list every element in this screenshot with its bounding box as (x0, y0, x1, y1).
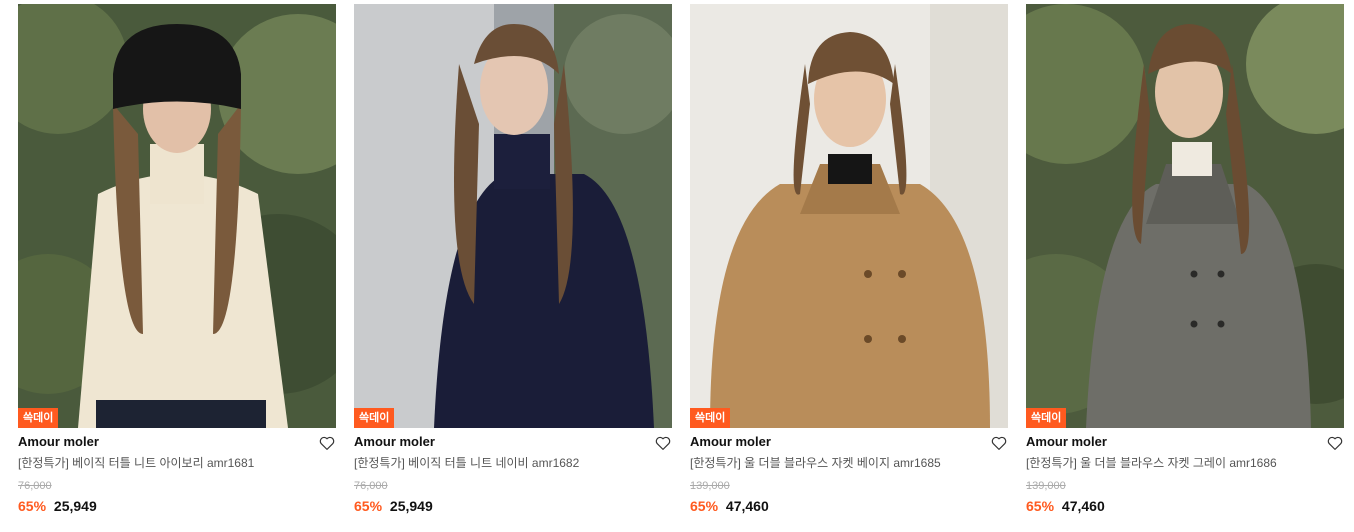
product-title[interactable]: [한정특가] 베이직 터틀 니트 아이보리 amr1681 (18, 452, 336, 474)
brand-name[interactable]: Amour moler (18, 432, 336, 452)
discount-rate: 65% (690, 498, 719, 514)
heart-outline-icon[interactable] (990, 434, 1008, 452)
original-price: 76,000 (354, 480, 388, 492)
product-grid: 쓱데이 Amour moler [한정특가] 베이직 터틀 니트 아이보리 am… (0, 0, 1354, 532)
product-title[interactable]: [한정특가] 베이직 터틀 니트 네이비 amr1682 (354, 452, 672, 474)
original-price: 139,000 (690, 480, 730, 492)
heart-outline-icon[interactable] (1326, 434, 1344, 452)
promo-badge: 쓱데이 (1026, 408, 1067, 428)
heart-outline-icon[interactable] (318, 434, 336, 452)
sale-price: 25,949 (389, 498, 433, 514)
promo-badge: 쓱데이 (690, 408, 731, 428)
product-image[interactable]: 쓱데이 (690, 4, 1008, 428)
product-card[interactable]: 쓱데이 Amour moler [한정특가] 베이직 터틀 니트 네이비 amr… (354, 4, 672, 532)
heart-outline-icon[interactable] (654, 434, 672, 452)
product-title[interactable]: [한정특가] 울 더블 블라우스 자켓 그레이 amr1686 (1026, 452, 1344, 474)
price-row: 65% 47,460 (690, 496, 1008, 516)
price-row: 65% 25,949 (18, 496, 336, 516)
price-row: 65% 25,949 (354, 496, 672, 516)
sale-price: 47,460 (725, 498, 769, 514)
product-card[interactable]: 쓱데이 Amour moler [한정특가] 베이직 터틀 니트 아이보리 am… (18, 4, 336, 532)
original-price: 76,000 (18, 480, 52, 492)
product-title[interactable]: [한정특가] 울 더블 블라우스 자켓 베이지 amr1685 (690, 452, 1008, 474)
discount-rate: 65% (1026, 498, 1055, 514)
product-image[interactable]: 쓱데이 (354, 4, 672, 428)
original-price: 139,000 (1026, 480, 1066, 492)
discount-rate: 65% (18, 498, 47, 514)
product-image[interactable]: 쓱데이 (1026, 4, 1344, 428)
product-card[interactable]: 쓱데이 Amour moler [한정특가] 울 더블 블라우스 자켓 그레이 … (1026, 4, 1344, 532)
sale-price: 25,949 (53, 498, 97, 514)
brand-name[interactable]: Amour moler (690, 432, 1008, 452)
price-row: 65% 47,460 (1026, 496, 1344, 516)
discount-rate: 65% (354, 498, 383, 514)
brand-name[interactable]: Amour moler (1026, 432, 1344, 452)
promo-badge: 쓱데이 (18, 408, 59, 428)
product-card[interactable]: 쓱데이 Amour moler [한정특가] 울 더블 블라우스 자켓 베이지 … (690, 4, 1008, 532)
product-image[interactable]: 쓱데이 (18, 4, 336, 428)
sale-price: 47,460 (1061, 498, 1105, 514)
brand-name[interactable]: Amour moler (354, 432, 672, 452)
promo-badge: 쓱데이 (354, 408, 395, 428)
